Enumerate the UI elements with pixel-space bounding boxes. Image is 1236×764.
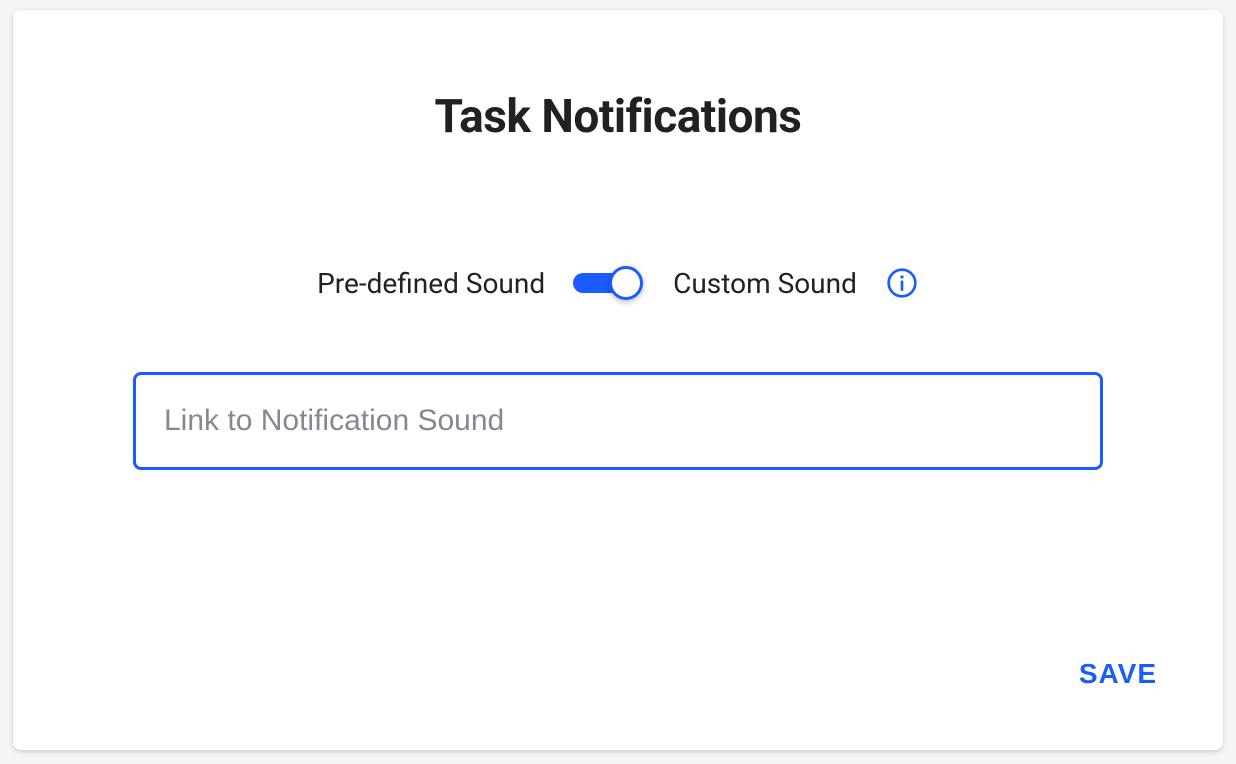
info-icon[interactable]: [885, 266, 919, 300]
sound-toggle-row: Pre-defined Sound Custom Sound: [133, 264, 1103, 302]
notifications-card: Task Notifications Pre-defined Sound Cus…: [13, 10, 1223, 750]
save-button[interactable]: SAVE: [1073, 648, 1163, 700]
sound-toggle[interactable]: [573, 264, 645, 302]
toggle-label-custom: Custom Sound: [673, 267, 857, 300]
sound-link-field-wrap: [133, 372, 1103, 470]
switch-thumb: [609, 266, 643, 300]
sound-link-input[interactable]: [133, 372, 1103, 470]
toggle-label-predefined: Pre-defined Sound: [317, 267, 545, 300]
page-title: Task Notifications: [133, 90, 1103, 144]
